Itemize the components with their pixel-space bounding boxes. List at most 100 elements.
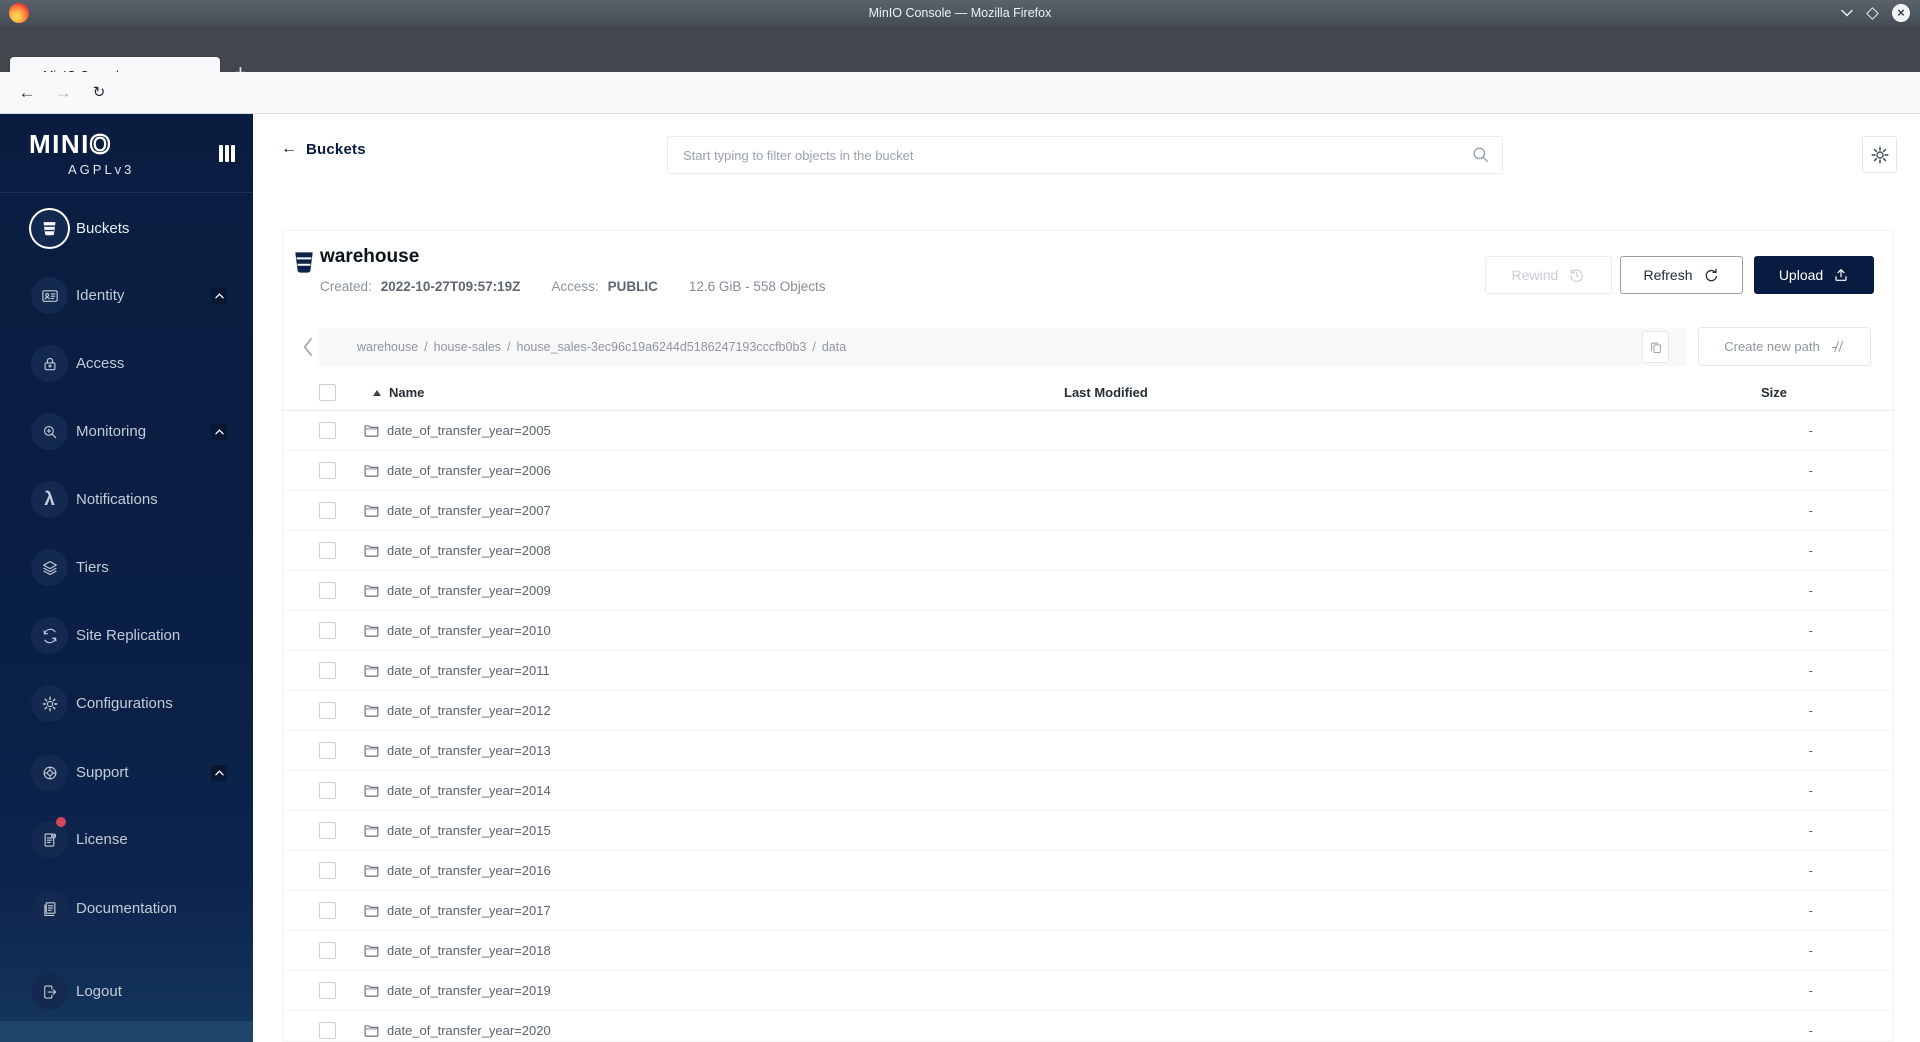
reload-button[interactable]: ↻ — [86, 72, 112, 114]
sort-ascending-icon — [373, 390, 381, 396]
support-icon — [31, 754, 68, 791]
sidebar-item-notifications[interactable]: λ Notifications — [0, 476, 253, 524]
row-checkbox[interactable] — [319, 822, 336, 839]
row-checkbox[interactable] — [319, 942, 336, 959]
copy-path-button[interactable] — [1642, 331, 1669, 363]
object-name: date_of_transfer_year=2010 — [387, 623, 551, 638]
row-checkbox[interactable] — [319, 782, 336, 799]
row-checkbox[interactable] — [319, 1022, 336, 1039]
window-shade-icon[interactable] — [1841, 9, 1853, 17]
folder-icon — [363, 702, 380, 719]
refresh-button-label: Refresh — [1643, 267, 1693, 283]
left-arrow-icon: ← — [281, 140, 297, 157]
breadcrumb-segment[interactable]: warehouse — [357, 340, 418, 354]
object-name: date_of_transfer_year=2008 — [387, 543, 551, 558]
object-name: date_of_transfer_year=2013 — [387, 743, 551, 758]
bucket-settings-button[interactable] — [1862, 136, 1897, 173]
object-name: date_of_transfer_year=2020 — [387, 1023, 551, 1038]
row-checkbox[interactable] — [319, 502, 336, 519]
path-back-chevron[interactable] — [295, 329, 319, 365]
rewind-button[interactable]: Rewind — [1485, 256, 1612, 294]
create-new-path-button[interactable]: Create new path — [1698, 327, 1871, 366]
table-row[interactable]: date_of_transfer_year=2019 - — [283, 971, 1893, 1011]
sidebar-item-logout[interactable]: Logout — [0, 968, 253, 1016]
chevron-up-icon[interactable] — [211, 765, 227, 781]
sidebar-item-access[interactable]: Access — [0, 340, 253, 388]
chevron-up-icon[interactable] — [211, 424, 227, 440]
table-row[interactable]: date_of_transfer_year=2016 - — [283, 851, 1893, 891]
bucket-icon — [31, 210, 68, 247]
sidebar-item-label: Tiers — [76, 559, 109, 576]
row-checkbox[interactable] — [319, 862, 336, 879]
sidebar-collapse-icon[interactable] — [219, 145, 235, 162]
row-checkbox[interactable] — [319, 622, 336, 639]
row-checkbox[interactable] — [319, 702, 336, 719]
sidebar-item-identity[interactable]: Identity — [0, 272, 253, 320]
sidebar-item-label: Logout — [76, 983, 122, 1000]
object-name: date_of_transfer_year=2019 — [387, 983, 551, 998]
object-size: - — [1808, 463, 1813, 478]
back-button[interactable]: ← — [14, 72, 40, 114]
row-checkbox[interactable] — [319, 582, 336, 599]
upload-button[interactable]: Upload — [1754, 256, 1874, 294]
breadcrumb-segment[interactable]: house_sales-3ec96c19a6244d5186247193cccf… — [517, 340, 807, 354]
table-row[interactable]: date_of_transfer_year=2009 - — [283, 571, 1893, 611]
sidebar-item-documentation[interactable]: Documentation — [0, 885, 253, 933]
table-row[interactable]: date_of_transfer_year=2010 - — [283, 611, 1893, 651]
breadcrumb-segment[interactable]: house-sales — [434, 340, 501, 354]
object-size: - — [1808, 1023, 1813, 1038]
object-size: - — [1808, 943, 1813, 958]
row-checkbox[interactable] — [319, 902, 336, 919]
table-row[interactable]: date_of_transfer_year=2015 - — [283, 811, 1893, 851]
sidebar-item-site-replication[interactable]: Site Replication — [0, 612, 253, 660]
window-maximize-button[interactable] — [1866, 6, 1879, 20]
sidebar-item-label: Access — [76, 355, 125, 372]
sidebar-item-label: Notifications — [76, 491, 158, 508]
select-all-checkbox[interactable] — [319, 384, 336, 401]
titlebar: MinIO Console — Mozilla Firefox × — [0, 0, 1920, 26]
row-checkbox[interactable] — [319, 982, 336, 999]
table-row[interactable]: date_of_transfer_year=2011 - — [283, 651, 1893, 691]
folder-icon — [363, 422, 380, 439]
object-size: - — [1808, 543, 1813, 558]
table-row[interactable]: date_of_transfer_year=2018 - — [283, 931, 1893, 971]
sidebar-item-buckets[interactable]: Buckets — [0, 205, 253, 253]
table-row[interactable]: date_of_transfer_year=2014 - — [283, 771, 1893, 811]
folder-icon — [363, 662, 380, 679]
table-row[interactable]: date_of_transfer_year=2012 - — [283, 691, 1893, 731]
forward-button[interactable]: → — [50, 72, 76, 114]
row-checkbox[interactable] — [319, 422, 336, 439]
created-value: 2022-10-27T09:57:19Z — [380, 279, 521, 294]
breadcrumb-segment[interactable]: data — [822, 340, 846, 354]
table-row[interactable]: date_of_transfer_year=2006 - — [283, 451, 1893, 491]
chevron-up-icon[interactable] — [211, 288, 227, 304]
refresh-button[interactable]: Refresh — [1620, 256, 1743, 294]
table-row[interactable]: date_of_transfer_year=2007 - — [283, 491, 1893, 531]
table-row[interactable]: date_of_transfer_year=2020 - — [283, 1011, 1893, 1041]
table-header: Name Last Modified Size — [283, 375, 1893, 411]
sidebar-item-license[interactable]: License — [0, 816, 253, 864]
table-row[interactable]: date_of_transfer_year=2013 - — [283, 731, 1893, 771]
back-to-buckets-link[interactable]: ← Buckets — [281, 140, 366, 158]
sidebar-item-configurations[interactable]: Configurations — [0, 680, 253, 728]
monitoring-icon — [31, 413, 68, 450]
created-label: Created: — [320, 279, 372, 294]
sidebar-item-monitoring[interactable]: Monitoring — [0, 408, 253, 456]
window-close-button[interactable]: × — [1892, 4, 1910, 22]
table-row[interactable]: date_of_transfer_year=2005 - — [283, 411, 1893, 451]
table-row[interactable]: date_of_transfer_year=2017 - — [283, 891, 1893, 931]
sidebar-item-support[interactable]: Support — [0, 749, 253, 797]
lambda-icon: λ — [31, 481, 68, 518]
row-checkbox[interactable] — [319, 742, 336, 759]
object-size: - — [1808, 903, 1813, 918]
search-input[interactable] — [667, 136, 1503, 174]
column-header-name[interactable]: Name — [389, 375, 424, 411]
row-checkbox[interactable] — [319, 462, 336, 479]
row-checkbox[interactable] — [319, 542, 336, 559]
new-path-icon — [1830, 339, 1845, 354]
sidebar-item-tiers[interactable]: Tiers — [0, 544, 253, 592]
table-row[interactable]: date_of_transfer_year=2008 - — [283, 531, 1893, 571]
window-title: MinIO Console — Mozilla Firefox — [868, 6, 1052, 20]
row-checkbox[interactable] — [319, 662, 336, 679]
license-edition-label: AGPLv3 — [68, 162, 135, 177]
